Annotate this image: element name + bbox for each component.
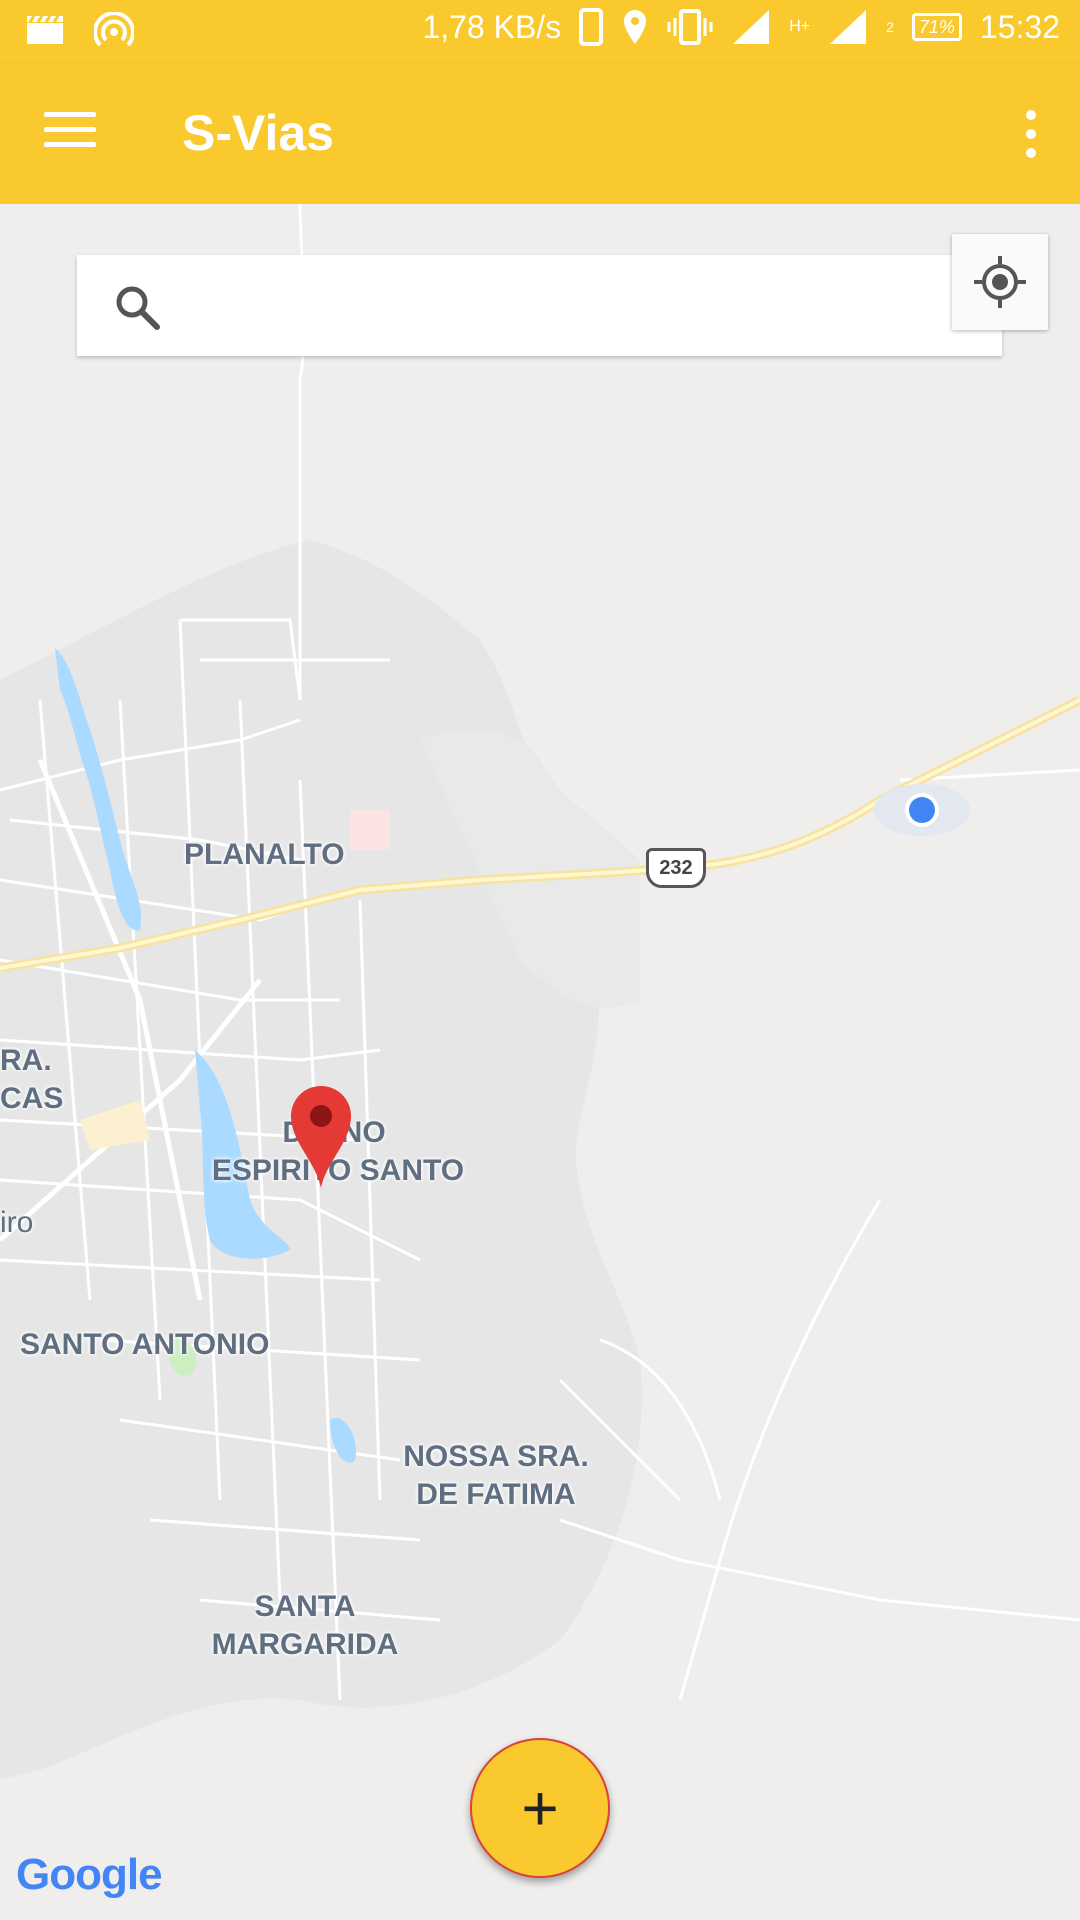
map-label-edge-ra: RA. bbox=[0, 1044, 52, 1077]
road-shield: 232 bbox=[646, 848, 706, 888]
app-title: S-Vias bbox=[182, 105, 334, 161]
map-pin-icon[interactable] bbox=[286, 1082, 356, 1192]
google-logo: Google bbox=[16, 1850, 163, 1900]
signal-icon bbox=[733, 10, 770, 44]
sim2-label: 2 bbox=[886, 19, 894, 35]
app-bar: S-Vias bbox=[0, 64, 1080, 204]
search-icon[interactable] bbox=[113, 283, 161, 331]
map-label-santa-1: SANTA bbox=[254, 1590, 356, 1623]
network-type: H+ bbox=[789, 18, 811, 35]
location-icon bbox=[624, 10, 647, 44]
google-attribution: Google bbox=[16, 1850, 163, 1899]
menu-icon[interactable] bbox=[44, 112, 96, 152]
search-bar[interactable] bbox=[77, 255, 1002, 356]
my-location-icon bbox=[974, 256, 1026, 308]
more-vert-icon[interactable] bbox=[1026, 110, 1040, 160]
vibrate-icon bbox=[667, 9, 713, 45]
battery-percent: 71% bbox=[918, 17, 955, 37]
map-label-santa-2: MARGARIDA bbox=[211, 1628, 399, 1661]
map-label-santo-antonio: SANTO ANTONIO bbox=[20, 1328, 270, 1361]
search-input[interactable] bbox=[187, 275, 971, 337]
road-shield-number: 232 bbox=[659, 857, 693, 879]
hotspot-icon bbox=[94, 12, 134, 47]
map-label-edge-iro: iro bbox=[0, 1206, 34, 1239]
net-speed: 1,78 KB/s bbox=[422, 8, 562, 45]
battery-icon: 71% bbox=[911, 13, 962, 41]
map-view[interactable]: 232 PLANALTO RA. CAS DIVINO ESPIRITO SAN… bbox=[0, 204, 1080, 1920]
map-canvas[interactable] bbox=[0, 204, 1080, 1920]
map-label-nossa-1: NOSSA SRA. bbox=[403, 1440, 589, 1473]
add-button[interactable]: + bbox=[470, 1738, 610, 1878]
signal-icon bbox=[830, 10, 867, 44]
clock: 15:32 bbox=[979, 8, 1060, 45]
map-label-planalto: PLANALTO bbox=[184, 838, 345, 871]
my-location-button[interactable] bbox=[952, 234, 1048, 330]
map-label-edge-cas: CAS bbox=[0, 1082, 64, 1115]
phone-icon bbox=[579, 8, 604, 46]
map-label-nossa-2: DE FATIMA bbox=[416, 1478, 576, 1511]
status-bar: 1,78 KB/s H+ 2 71% 15:32 bbox=[0, 0, 1080, 64]
add-icon: + bbox=[521, 1772, 559, 1844]
clapper-icon bbox=[27, 15, 63, 44]
